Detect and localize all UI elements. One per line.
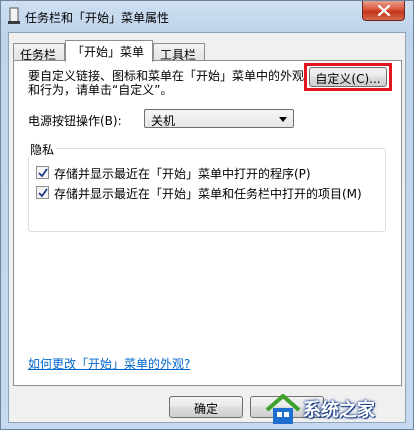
checkbox-items[interactable] [36, 186, 49, 199]
window-title: 任务栏和「开始」菜单属性 [25, 11, 170, 25]
dialog-client: 任务栏 「开始」菜单 工具栏 要自定义链接、图标和菜单在「开始」菜单中的外观和行… [8, 32, 406, 423]
house-logo-icon [265, 394, 301, 424]
checkmark-icon [38, 188, 48, 198]
privacy-group-title: 隐私 [28, 141, 57, 158]
privacy-option-programs-label: 存储并显示最近在「开始」菜单中打开的程序(P) [54, 167, 311, 181]
customize-description: 要自定义链接、图标和菜单在「开始」菜单中的外观和行为，请单击“自定义”。 [28, 69, 305, 97]
watermark-text: 系统之家 [303, 400, 375, 421]
watermark-logo: 系统之家 [263, 386, 413, 430]
taskbar-properties-icon [8, 7, 20, 24]
power-button-select[interactable]: 关机 [144, 109, 294, 128]
start-menu-panel: 要自定义链接、图标和菜单在「开始」菜单中的外观和行为，请单击“自定义”。 自定义… [13, 60, 402, 386]
tab-start-menu[interactable]: 「开始」菜单 [65, 40, 153, 62]
power-button-label: 电源按钮操作(B): [28, 114, 122, 128]
close-icon [378, 5, 390, 16]
ok-button[interactable]: 确定 [169, 396, 243, 418]
power-button-value: 关机 [151, 114, 176, 128]
checkmark-icon [38, 168, 48, 178]
dialog-window: 任务栏和「开始」菜单属性 任务栏 「开始」菜单 工具栏 要自定义链接、图标和菜单… [0, 0, 414, 430]
red-highlight-box [304, 63, 392, 91]
help-link[interactable]: 如何更改「开始」菜单的外观? [28, 355, 190, 372]
close-button[interactable] [362, 1, 405, 21]
title-bar[interactable]: 任务栏和「开始」菜单属性 [1, 1, 413, 31]
chevron-down-icon [279, 117, 287, 122]
checkbox-programs[interactable] [36, 166, 49, 179]
tab-taskbar[interactable]: 任务栏 [13, 43, 65, 62]
privacy-option-items-label: 存储并显示最近在「开始」菜单和任务栏中打开的项目(M) [54, 187, 362, 201]
tab-toolbars[interactable]: 工具栏 [153, 43, 205, 62]
